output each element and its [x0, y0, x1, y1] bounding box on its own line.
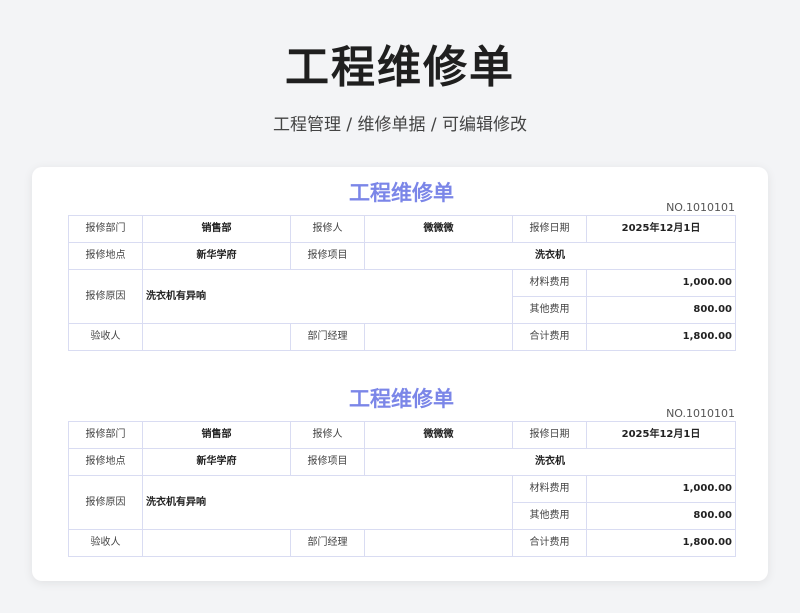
field-date[interactable]: 2025年12月1日 — [586, 421, 736, 449]
label-date: 报修日期 — [512, 215, 587, 243]
label-manager: 部门经理 — [290, 323, 365, 351]
field-other-cost[interactable]: 800.00 — [586, 296, 736, 324]
field-dept[interactable]: 销售部 — [142, 421, 291, 449]
repair-form-table: 报修部门 销售部 报修人 微微微 报修日期 2025年12月1日 报修地点 新华… — [68, 421, 736, 557]
label-dept: 报修部门 — [68, 215, 143, 243]
field-material-cost[interactable]: 1,000.00 — [586, 269, 736, 297]
table-row: 报修原因 洗衣机有异响 材料费用 1,000.00 — [68, 475, 736, 530]
field-total-cost[interactable]: 1,800.00 — [586, 529, 736, 557]
field-item[interactable]: 洗衣机 — [364, 448, 736, 476]
repair-form-table: 报修部门 销售部 报修人 微微微 报修日期 2025年12月1日 报修地点 新华… — [68, 215, 736, 351]
table-row: 验收人 部门经理 合计费用 1,800.00 — [68, 529, 736, 557]
page-subtitle: 工程管理 / 维修单据 / 可编辑修改 — [272, 115, 528, 135]
field-total-cost[interactable]: 1,800.00 — [586, 323, 736, 351]
label-manager: 部门经理 — [290, 529, 365, 557]
table-row: 报修部门 销售部 报修人 微微微 报修日期 2025年12月1日 — [68, 421, 736, 449]
field-reason[interactable]: 洗衣机有异响 — [142, 475, 513, 530]
repair-form-2: 工程维修单 NO.1010101 报修部门 销售部 报修人 微微微 报修日期 2… — [68, 383, 736, 558]
field-reporter[interactable]: 微微微 — [364, 215, 513, 243]
label-date: 报修日期 — [512, 421, 587, 449]
field-other-cost[interactable]: 800.00 — [586, 502, 736, 530]
field-date[interactable]: 2025年12月1日 — [586, 215, 736, 243]
form-number: NO.1010101 — [666, 407, 735, 420]
label-reason: 报修原因 — [68, 269, 143, 324]
field-location[interactable]: 新华学府 — [142, 448, 291, 476]
label-location: 报修地点 — [68, 242, 143, 270]
label-total-cost: 合计费用 — [512, 323, 587, 351]
table-row: 报修部门 销售部 报修人 微微微 报修日期 2025年12月1日 — [68, 215, 736, 243]
field-acceptor[interactable] — [142, 529, 291, 557]
label-item: 报修项目 — [290, 242, 365, 270]
label-item: 报修项目 — [290, 448, 365, 476]
field-dept[interactable]: 销售部 — [142, 215, 291, 243]
label-reason: 报修原因 — [68, 475, 143, 530]
label-material-cost: 材料费用 — [512, 269, 587, 297]
field-acceptor[interactable] — [142, 323, 291, 351]
label-dept: 报修部门 — [68, 421, 143, 449]
field-material-cost[interactable]: 1,000.00 — [586, 475, 736, 503]
form-title: 工程维修单 — [349, 181, 454, 205]
field-reporter[interactable]: 微微微 — [364, 421, 513, 449]
repair-form-1: 工程维修单 NO.1010101 报修部门 销售部 报修人 微微微 报修日期 2… — [68, 177, 736, 352]
label-other-cost: 其他费用 — [512, 502, 587, 530]
field-location[interactable]: 新华学府 — [142, 242, 291, 270]
field-item[interactable]: 洗衣机 — [364, 242, 736, 270]
label-location: 报修地点 — [68, 448, 143, 476]
field-reason[interactable]: 洗衣机有异响 — [142, 269, 513, 324]
field-manager[interactable] — [364, 529, 513, 557]
table-row: 报修原因 洗衣机有异响 材料费用 1,000.00 — [68, 269, 736, 324]
form-number: NO.1010101 — [666, 201, 735, 214]
field-manager[interactable] — [364, 323, 513, 351]
table-row: 报修地点 新华学府 报修项目 洗衣机 — [68, 242, 736, 270]
label-reporter: 报修人 — [290, 421, 365, 449]
page-title: 工程维修单 — [285, 42, 515, 93]
label-reporter: 报修人 — [290, 215, 365, 243]
label-material-cost: 材料费用 — [512, 475, 587, 503]
table-row: 验收人 部门经理 合计费用 1,800.00 — [68, 323, 736, 351]
label-acceptor: 验收人 — [68, 323, 143, 351]
document-card: 工程维修单 NO.1010101 报修部门 销售部 报修人 微微微 报修日期 2… — [32, 167, 768, 581]
label-total-cost: 合计费用 — [512, 529, 587, 557]
label-other-cost: 其他费用 — [512, 296, 587, 324]
table-row: 报修地点 新华学府 报修项目 洗衣机 — [68, 448, 736, 476]
label-acceptor: 验收人 — [68, 529, 143, 557]
form-title: 工程维修单 — [349, 387, 454, 411]
